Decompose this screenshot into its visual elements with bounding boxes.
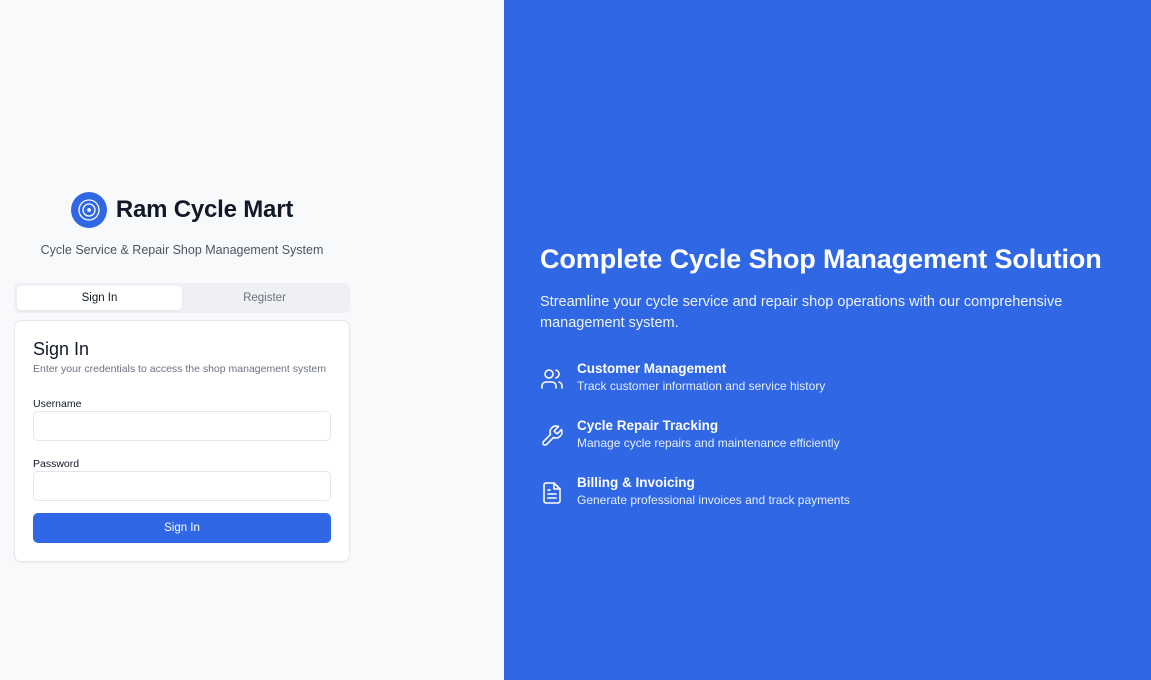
sign-in-button[interactable]: Sign In	[33, 513, 331, 543]
feature-billing-invoicing: Billing & Invoicing Generate professiona…	[540, 475, 850, 507]
brand-header: Ram Cycle Mart	[0, 192, 364, 228]
password-label: Password	[33, 458, 80, 470]
password-input[interactable]	[33, 471, 331, 501]
auth-tabs: Sign In Register	[14, 283, 350, 313]
file-text-icon	[540, 481, 564, 505]
hero-description: Streamline your cycle service and repair…	[540, 294, 1063, 331]
feature-description: Track customer information and service h…	[577, 379, 826, 393]
feature-description: Generate professional invoices and track…	[577, 493, 850, 507]
feature-customer-management: Customer Management Track customer infor…	[540, 361, 825, 393]
hero-panel: Complete Cycle Shop Management Solution …	[504, 0, 1151, 680]
cycle-wheel-icon	[70, 192, 107, 228]
brand-title: Ram Cycle Mart	[115, 196, 294, 223]
username-label: Username	[33, 398, 82, 410]
card-description: Enter your credentials to access the sho…	[33, 363, 326, 375]
brand-subtitle: Cycle Service & Repair Shop Management S…	[40, 243, 324, 257]
card-title: Sign In	[33, 339, 90, 359]
feature-title: Cycle Repair Tracking	[577, 418, 719, 433]
feature-cycle-repair-tracking: Cycle Repair Tracking Manage cycle repai…	[540, 418, 840, 450]
sign-in-card: Sign In Enter your credentials to access…	[14, 320, 350, 562]
tab-sign-in[interactable]: Sign In	[17, 286, 182, 310]
hero-title: Complete Cycle Shop Management Solution	[540, 244, 1102, 274]
tab-register[interactable]: Register	[182, 286, 347, 310]
login-page: Ram Cycle Mart Cycle Service & Repair Sh…	[0, 0, 1151, 680]
wrench-icon	[540, 424, 564, 448]
auth-panel: Ram Cycle Mart Cycle Service & Repair Sh…	[0, 0, 504, 680]
username-input[interactable]	[33, 411, 331, 441]
feature-title: Customer Management	[577, 361, 727, 376]
feature-title: Billing & Invoicing	[577, 475, 695, 490]
feature-description: Manage cycle repairs and maintenance eff…	[577, 436, 840, 450]
users-icon	[540, 367, 564, 391]
